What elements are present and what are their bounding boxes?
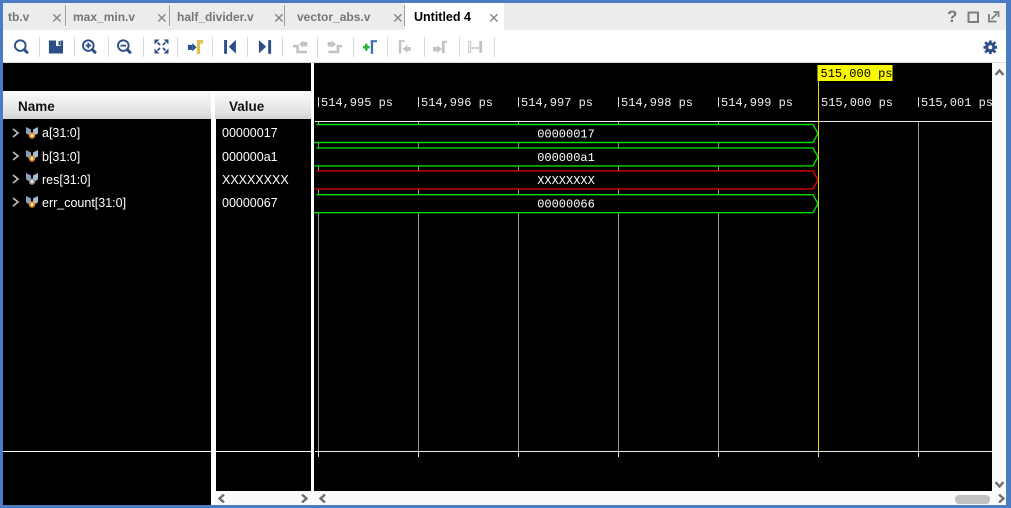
svg-text:515,001 ps: 515,001 ps <box>921 96 992 110</box>
svg-text:514,995 ps: 514,995 ps <box>321 96 393 110</box>
svg-text:514,998 ps: 514,998 ps <box>621 96 693 110</box>
svg-text:000000a1: 000000a1 <box>537 151 595 165</box>
svg-text:00000066: 00000066 <box>537 198 595 212</box>
svg-text:515,000 ps: 515,000 ps <box>821 67 893 81</box>
svg-text:514,999 ps: 514,999 ps <box>721 96 793 110</box>
svg-text:514,997 ps: 514,997 ps <box>521 96 593 110</box>
svg-text:514,996 ps: 514,996 ps <box>421 96 493 110</box>
svg-text:00000017: 00000017 <box>537 128 595 142</box>
svg-text:515,000 ps: 515,000 ps <box>821 96 893 110</box>
svg-text:XXXXXXXX: XXXXXXXX <box>537 174 595 188</box>
